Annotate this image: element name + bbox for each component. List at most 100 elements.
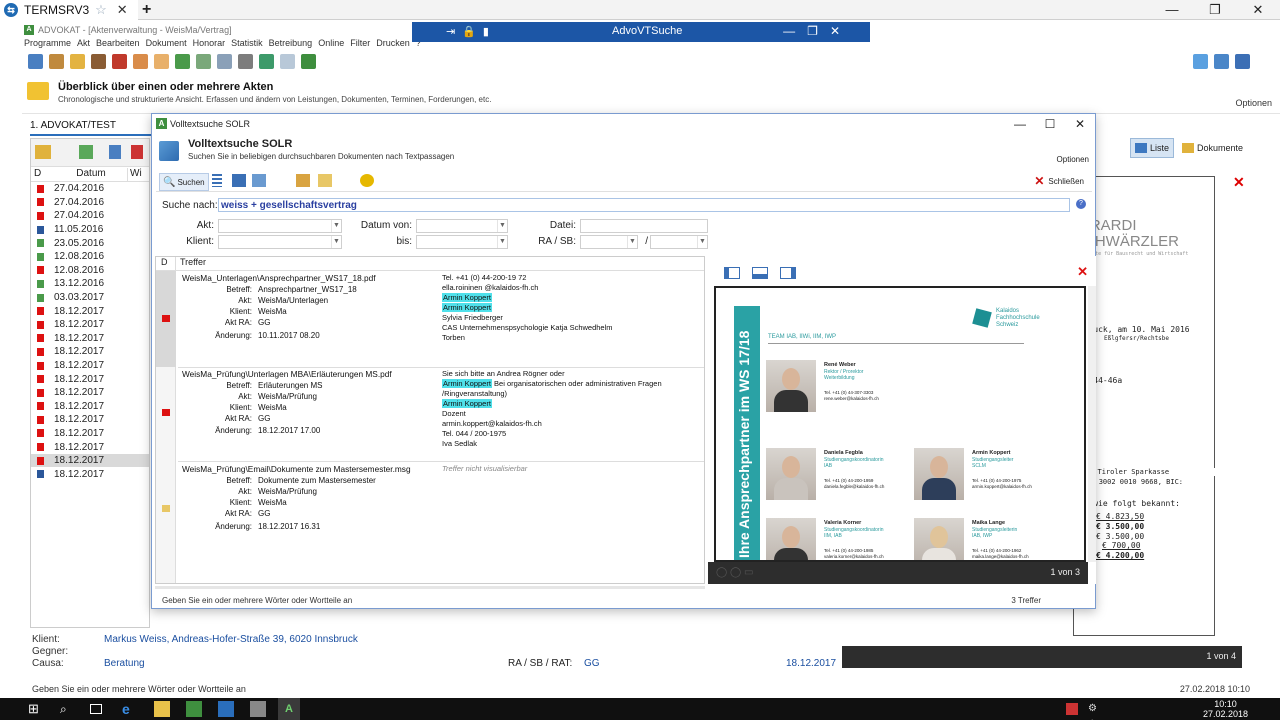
list-item[interactable]: 18.12.2017: [31, 359, 149, 373]
datum-von-input[interactable]: ▼: [416, 219, 508, 233]
highlight-icon[interactable]: [360, 174, 374, 187]
datei-input[interactable]: [580, 219, 708, 233]
results-scrollbar[interactable]: [155, 586, 705, 589]
list-item[interactable]: 27.04.2016: [31, 182, 149, 196]
window-view-icon[interactable]: [252, 174, 266, 187]
contacts-tool-icon[interactable]: [112, 54, 127, 69]
menu-betreibung[interactable]: Betreibung: [269, 38, 313, 52]
new-doc-icon[interactable]: [79, 145, 93, 159]
settings-list-icon[interactable]: [1235, 54, 1250, 69]
document-preview-close-icon[interactable]: ✕: [1233, 174, 1245, 191]
advokat-tool-icon[interactable]: [301, 54, 316, 69]
search-tool-icon[interactable]: [28, 54, 43, 69]
search-icon[interactable]: ⌕: [60, 701, 76, 717]
list-item[interactable]: 12.08.2016: [31, 250, 149, 264]
remote-tab[interactable]: ⇆ TERMSRV3 ☆ ✕: [0, 0, 138, 20]
tray-acrobat-icon[interactable]: [1066, 703, 1078, 715]
preview-layout-bottom-icon[interactable]: [752, 267, 768, 279]
server-icon[interactable]: [250, 701, 266, 717]
liste-view-button[interactable]: Liste: [1130, 138, 1175, 158]
dialog-options-link[interactable]: Optionen: [1057, 155, 1089, 164]
favorite-star-icon[interactable]: ☆: [95, 2, 107, 18]
tab-close-icon[interactable]: ✕: [117, 2, 128, 18]
ra-filter-select[interactable]: ▼: [580, 235, 638, 249]
tray-icons[interactable]: ⚙ ⌃ ▭ ◻ ⌨ ♪ ▤: [1088, 701, 1104, 720]
result-item[interactable]: WeisMa_Unterlagen\Ansprechpartner_WS17_1…: [178, 273, 704, 367]
menu-dokument[interactable]: Dokument: [146, 38, 187, 52]
list-view-icon[interactable]: [212, 174, 222, 187]
new-tab-button[interactable]: +: [142, 0, 151, 20]
windows-start-icon[interactable]: ⊞: [28, 701, 44, 717]
list-item[interactable]: 18.12.2017: [31, 386, 149, 400]
results-column-treffer[interactable]: Treffer: [176, 257, 206, 270]
wand-tool-icon[interactable]: [133, 54, 148, 69]
folder-tool-icon[interactable]: [49, 54, 64, 69]
list-item[interactable]: 18.12.2017: [31, 372, 149, 386]
search-button[interactable]: 🔍 Suchen: [159, 173, 209, 191]
refresh-tool-icon[interactable]: [259, 54, 274, 69]
pen-tool-icon[interactable]: [154, 54, 169, 69]
dialog-minimize-button[interactable]: —: [1005, 114, 1035, 134]
results-column-d[interactable]: D: [156, 257, 176, 270]
list-item[interactable]: 18.12.2017: [31, 427, 149, 441]
list-item[interactable]: 18.12.2017: [31, 413, 149, 427]
result-item[interactable]: WeisMa_Prüfung\Unterlagen MBA\Erläuterun…: [178, 369, 704, 459]
preview-close-icon[interactable]: ✕: [1077, 264, 1088, 280]
list-tool-icon[interactable]: [217, 54, 232, 69]
list-item[interactable]: 18.12.2017: [31, 345, 149, 359]
list-item[interactable]: 27.04.2016: [31, 196, 149, 210]
session-minimize-button[interactable]: —: [783, 24, 795, 38]
list-item[interactable]: 18.12.2017: [31, 440, 149, 454]
dialog-close-button[interactable]: ✕: [1065, 114, 1095, 134]
user-tool-icon[interactable]: [91, 54, 106, 69]
schliessen-button[interactable]: ✕ Schließen: [1034, 174, 1084, 188]
list-item[interactable]: 23.05.2016: [31, 236, 149, 250]
preview-scrollbar[interactable]: [1088, 286, 1096, 562]
menu-drucken[interactable]: Drucken: [376, 38, 410, 52]
column-wi[interactable]: Wi: [127, 168, 147, 181]
list-item[interactable]: 13.12.2016: [31, 277, 149, 291]
file-explorer-icon[interactable]: [154, 701, 170, 717]
list-item[interactable]: 11.05.2016: [31, 223, 149, 237]
sb-filter-select[interactable]: ▼: [650, 235, 708, 249]
lock-icon[interactable]: 🔒: [462, 25, 476, 38]
menu-statistik[interactable]: Statistik: [231, 38, 263, 52]
pin-session-icon[interactable]: ⇥: [446, 25, 455, 38]
open-document-icon[interactable]: [318, 174, 332, 187]
bank-tool-icon[interactable]: [238, 54, 253, 69]
calendar-tool-icon[interactable]: [196, 54, 211, 69]
delete-icon[interactable]: [131, 145, 143, 159]
window-minimize-button[interactable]: —: [1152, 0, 1192, 20]
window-close-button[interactable]: ✕: [1238, 0, 1278, 20]
import-icon[interactable]: [109, 145, 121, 159]
list-item[interactable]: 03.03.2017: [31, 291, 149, 305]
open-folder-icon[interactable]: [296, 174, 310, 187]
banner-options-link[interactable]: Optionen: [1235, 98, 1272, 108]
menu-akt[interactable]: Akt: [77, 38, 90, 52]
clients-tool-icon[interactable]: [70, 54, 85, 69]
advokat-active-icon[interactable]: A: [278, 698, 300, 720]
preview-layout-right-icon[interactable]: [780, 267, 796, 279]
list-item[interactable]: 18.12.2017: [31, 332, 149, 346]
klient-filter-select[interactable]: ▼: [218, 235, 342, 249]
akt-filter-select[interactable]: ▼: [218, 219, 342, 233]
menu-programme[interactable]: Programme: [24, 38, 71, 52]
list-item[interactable]: 18.12.2017: [31, 304, 149, 318]
akt-tab[interactable]: 1. ADVOKAT/TEST: [30, 120, 152, 136]
dokumente-view-button[interactable]: Dokumente: [1182, 138, 1243, 158]
list-item[interactable]: 18.12.2017: [31, 318, 149, 332]
list-item[interactable]: 18.12.2017: [31, 453, 149, 468]
list-item[interactable]: 18.12.2017: [31, 467, 149, 481]
column-datum[interactable]: Datum: [55, 168, 127, 181]
preview-nav-icons[interactable]: ◯ ◯ ▭: [716, 567, 753, 578]
menu-honorar[interactable]: Honorar: [193, 38, 226, 52]
list-item[interactable]: 12.08.2016: [31, 264, 149, 278]
menu-filter[interactable]: Filter: [350, 38, 370, 52]
taskbar-clock[interactable]: 10:10 27.02.2018: [1203, 699, 1248, 719]
session-close-button[interactable]: ✕: [830, 24, 840, 38]
window-restore-button[interactable]: ❐: [1195, 0, 1235, 20]
task-view-icon[interactable]: [90, 704, 102, 714]
folder-tree-icon[interactable]: [35, 145, 51, 159]
grid-tool-icon[interactable]: [175, 54, 190, 69]
pin-icon[interactable]: [1193, 54, 1208, 69]
